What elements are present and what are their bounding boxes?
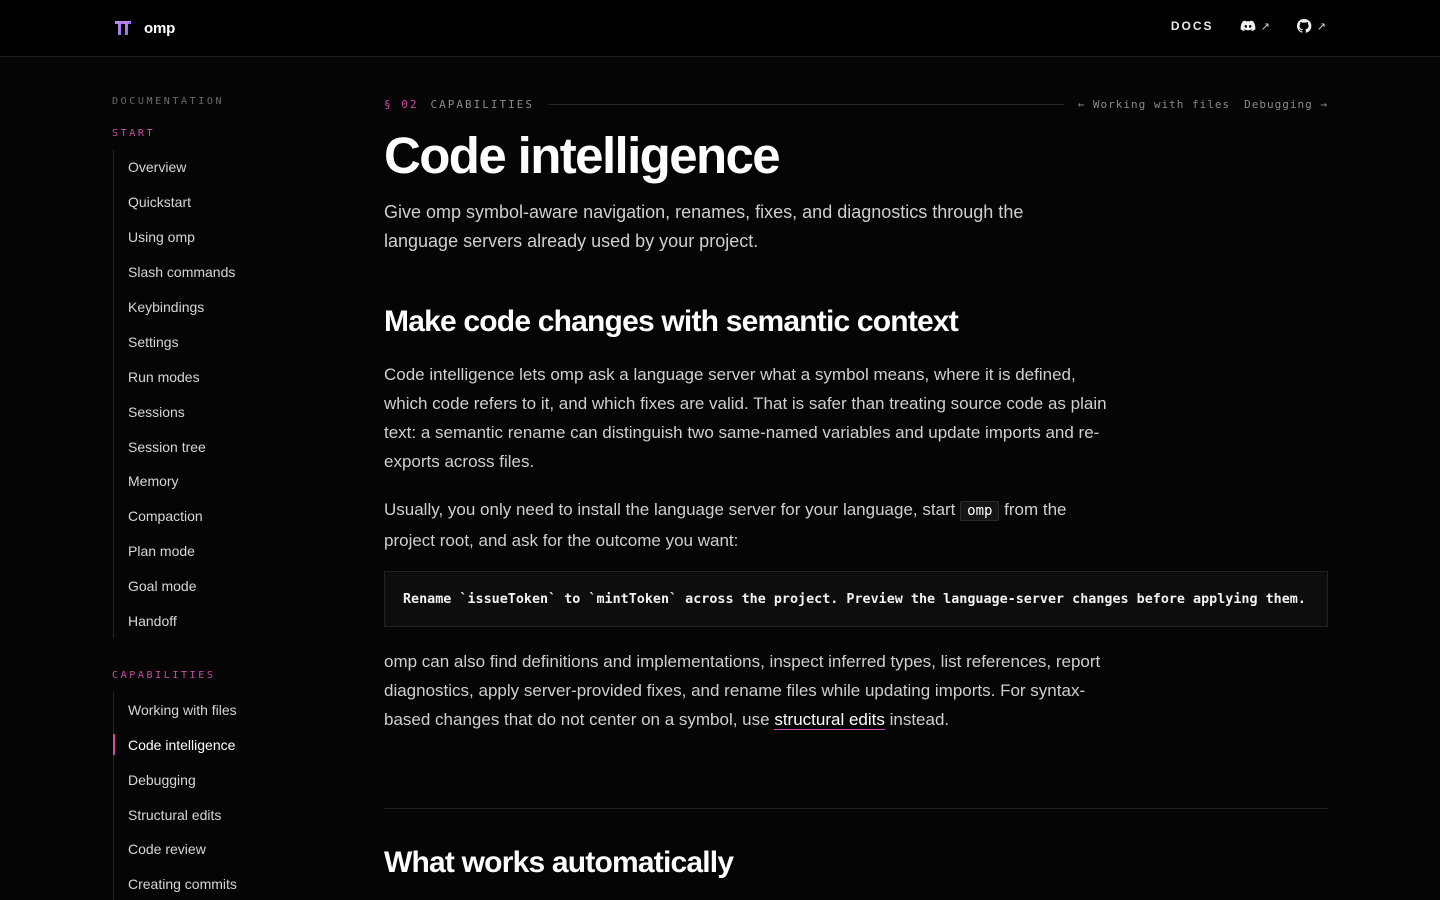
paragraph-usage: Usually, you only need to install the la…: [384, 500, 1067, 551]
section-heading-semantic-context: Make code changes with semantic context: [384, 305, 959, 339]
page-title: Code intelligence: [384, 127, 781, 184]
sidebar-item-plan-mode[interactable]: Plan mode: [114, 534, 312, 569]
sidebar-item-structural-edits[interactable]: Structural edits: [114, 797, 312, 832]
sidebar-item-using-omp[interactable]: Using omp: [114, 220, 312, 255]
discord-icon: [1240, 20, 1255, 32]
section-heading-what-works: What works automatically: [384, 846, 734, 880]
sidebar-item-settings[interactable]: Settings: [114, 324, 312, 359]
sidebar-item-goal-mode[interactable]: Goal mode: [114, 569, 312, 604]
section-number: § 02: [384, 97, 419, 111]
article-main: § 02 CAPABILITIES ← Working with files D…: [384, 92, 1328, 881]
paragraph-more-capabilities: omp can also find definitions and implem…: [384, 652, 1101, 731]
code-example-text: Rename `issueToken` to `mintToken` acros…: [403, 591, 1306, 607]
sidebar-item-run-modes[interactable]: Run modes: [114, 359, 312, 394]
paragraph-intro: Code intelligence lets omp ask a languag…: [384, 365, 1107, 472]
discord-link[interactable]: ↗: [1240, 18, 1270, 34]
sidebar-item-debugging[interactable]: Debugging: [114, 762, 312, 797]
sidebar-item-overview[interactable]: Overview: [114, 150, 312, 185]
brand-home-link[interactable]: omp: [114, 19, 175, 37]
sidebar-item-handoff[interactable]: Handoff: [114, 604, 312, 639]
sidebar-item-slash-commands[interactable]: Slash commands: [114, 255, 312, 290]
sidebar-item-working-with-files[interactable]: Working with files: [114, 692, 312, 727]
lead-paragraph: Give omp symbol-aware navigation, rename…: [384, 202, 1024, 252]
sidebar-list-capabilities: Working with files Code intelligence Deb…: [113, 692, 312, 900]
top-bar: omp DOCS ↗ ↗: [0, 0, 1440, 57]
sidebar-item-quickstart[interactable]: Quickstart: [114, 185, 312, 220]
sidebar-item-code-intelligence[interactable]: Code intelligence: [113, 727, 312, 762]
sidebar-item-memory[interactable]: Memory: [114, 464, 312, 499]
breadcrumb: § 02 CAPABILITIES ← Working with files D…: [384, 92, 1328, 116]
sidebar-item-session-tree[interactable]: Session tree: [114, 429, 312, 464]
github-link[interactable]: ↗: [1296, 18, 1326, 34]
sidebar-item-compaction[interactable]: Compaction: [114, 499, 312, 534]
brand-name: omp: [144, 19, 176, 37]
external-arrow-icon: ↗: [1260, 20, 1270, 33]
sidebar-section-title-start: START: [112, 128, 156, 139]
sidebar-section-title-capabilities: CAPABILITIES: [112, 670, 216, 682]
section-divider: [384, 808, 1328, 810]
sidebar-item-keybindings[interactable]: Keybindings: [114, 290, 312, 325]
sidebar-item-code-review[interactable]: Code review: [114, 832, 312, 867]
omp-logo-icon: [115, 21, 131, 35]
sidebar-item-creating-commits[interactable]: Creating commits: [114, 867, 312, 900]
sidebar-list-start: Overview Quickstart Using omp Slash comm…: [113, 150, 312, 639]
top-nav: DOCS ↗ ↗: [1171, 18, 1326, 34]
section-name: CAPABILITIES: [430, 97, 534, 111]
prev-next-nav: ← Working with files Debugging →: [1078, 98, 1328, 111]
next-page-link[interactable]: Debugging →: [1244, 98, 1328, 111]
inline-code-omp: omp: [960, 501, 1000, 522]
sidebar-heading: DOCUMENTATION: [112, 96, 225, 107]
github-icon: [1296, 18, 1312, 33]
prev-page-link[interactable]: ← Working with files: [1078, 98, 1230, 111]
breadcrumb-rule: [547, 103, 1064, 105]
docs-link[interactable]: DOCS: [1171, 19, 1214, 33]
structural-edits-link[interactable]: structural edits: [774, 710, 885, 731]
sidebar-item-sessions[interactable]: Sessions: [114, 394, 312, 429]
docs-sidebar: DOCUMENTATION START Overview Quickstart …: [112, 96, 312, 900]
external-arrow-icon: ↗: [1316, 20, 1326, 33]
code-example-block[interactable]: Rename `issueToken` to `mintToken` acros…: [384, 571, 1328, 628]
